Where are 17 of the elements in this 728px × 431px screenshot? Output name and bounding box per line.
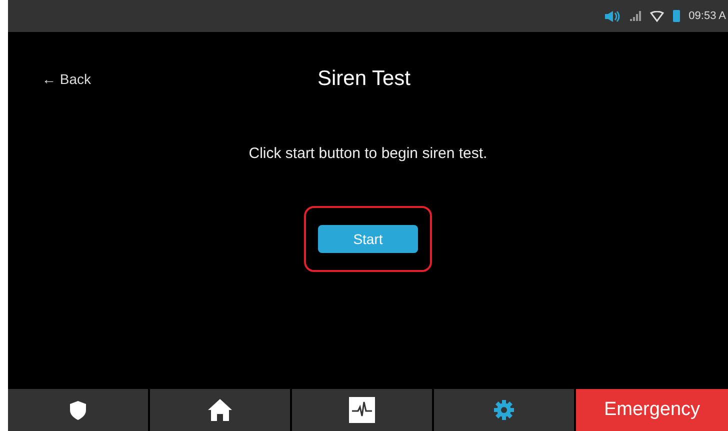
settings-icon [494, 400, 514, 420]
nav-tab[interactable] [150, 389, 290, 431]
signal-icon [630, 11, 641, 21]
page-title: Siren Test [318, 67, 412, 91]
back-link[interactable]: ← Back [42, 71, 92, 87]
home-icon [208, 399, 232, 421]
shield-icon [70, 400, 86, 420]
instruction-text: Click start button to begin siren test. [248, 145, 488, 162]
clock-time: 09:53 A [688, 10, 726, 22]
emergency-button[interactable]: Emergency [576, 389, 728, 431]
pulse-icon [349, 397, 375, 423]
start-button[interactable]: Start [318, 225, 418, 253]
nav-tab[interactable] [292, 389, 432, 431]
wifi-icon [650, 10, 664, 22]
volume-icon [604, 10, 621, 22]
nav-tab[interactable] [8, 389, 148, 431]
battery-icon [672, 10, 680, 22]
